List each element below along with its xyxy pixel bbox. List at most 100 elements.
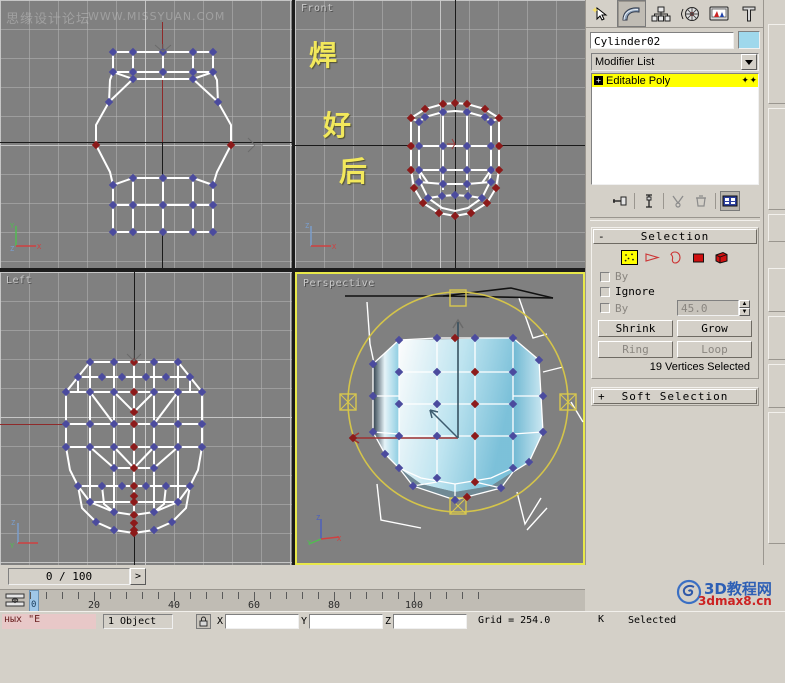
soft-selection-rollout-header[interactable]: + Soft Selection: [593, 389, 757, 404]
element-subobject[interactable]: [713, 250, 730, 265]
status-prompt-text: ных "E: [2, 614, 96, 629]
side-panel-box-4: [768, 268, 785, 312]
viewport-splitter-horizontal[interactable]: [0, 268, 585, 272]
viewport-perspective[interactable]: Perspective Z X Y: [295, 272, 585, 565]
svg-text:Z: Z: [11, 519, 15, 527]
edge-subobject[interactable]: [644, 250, 661, 265]
x-input[interactable]: [225, 614, 300, 629]
y-coordinate-field[interactable]: Y: [301, 614, 384, 629]
modifier-list-dropdown[interactable]: Modifier List: [591, 53, 759, 71]
x-coordinate-field[interactable]: X: [217, 614, 300, 629]
object-color-swatch[interactable]: [738, 31, 760, 49]
make-unique-button[interactable]: [668, 191, 688, 211]
ignore-backfacing-row[interactable]: Ignore: [592, 284, 758, 299]
modifier-stack-item-label: Editable Poly: [606, 74, 671, 87]
selection-lock-toggle[interactable]: [196, 614, 211, 629]
hierarchy-tab[interactable]: [646, 0, 675, 27]
modifier-stack-item-editable-poly[interactable]: + Editable Poly ✦ ✦: [592, 74, 758, 87]
by-vertex-row[interactable]: By: [592, 269, 758, 284]
z-input[interactable]: [393, 614, 468, 629]
show-end-result-button[interactable]: [639, 191, 659, 211]
side-panel-box-5: [768, 316, 785, 360]
ignore-backfacing-checkbox[interactable]: [600, 286, 610, 297]
object-name-row: Cylinder02: [586, 28, 764, 51]
logo-subtitle: 3dmax8.cn: [698, 594, 772, 608]
ring-loop-row: Ring Loop: [592, 337, 758, 358]
selection-rollout-header[interactable]: - Selection: [593, 229, 757, 244]
track-bar[interactable]: 0 20 40 60 80 100: [0, 589, 585, 612]
soft-selection-rollout-title: Soft Selection: [621, 390, 729, 403]
spinner-down-icon[interactable]: ▼: [739, 308, 750, 316]
by-angle-row[interactable]: By 45.0 ▲ ▼: [592, 299, 758, 317]
border-subobject[interactable]: [667, 250, 684, 265]
object-count-readout: 1 Object: [103, 614, 173, 629]
expand-plus-icon[interactable]: +: [594, 76, 603, 85]
grow-button[interactable]: Grow: [677, 320, 752, 337]
spinner-arrows[interactable]: ▲ ▼: [739, 300, 750, 316]
add-time-tag-button[interactable]: K: [598, 614, 614, 629]
soft-selection-rollout: + Soft Selection: [591, 387, 759, 406]
viewport-top[interactable]: 思缘设计论坛 WWW.MISSYUAN.COM Y X Z: [0, 0, 292, 268]
shrink-grow-row: Shrink Grow: [592, 317, 758, 337]
selection-rollout-title: Selection: [640, 230, 710, 243]
svg-text:Z: Z: [305, 222, 309, 230]
viewport-splitter-vertical[interactable]: [292, 0, 295, 565]
track-tick-label: 80: [327, 600, 341, 611]
polygon-subobject[interactable]: [690, 250, 707, 265]
track-tick-label: 40: [167, 600, 181, 611]
configure-sets-button[interactable]: [720, 191, 740, 211]
svg-text:Z: Z: [316, 514, 320, 522]
time-slider-readout[interactable]: 0 / 100: [8, 568, 130, 585]
selection-status-text: 19 Vertices Selected: [649, 361, 750, 373]
by-angle-spinner[interactable]: 45.0 ▲ ▼: [677, 300, 750, 316]
svg-text:X: X: [332, 243, 337, 251]
side-panel-box-3: [768, 214, 785, 242]
modifier-stack-toolbar: [591, 189, 759, 213]
z-coordinate-field[interactable]: Z: [385, 614, 468, 629]
viewport-left[interactable]: Left Z Y: [0, 272, 292, 565]
open-mini-curve-editor-icon[interactable]: [4, 593, 26, 607]
site-logo-watermark: 3D教程网 3dmax8.cn: [676, 578, 781, 612]
remove-modifier-button[interactable]: [691, 191, 711, 211]
track-tick-label: 100: [404, 600, 424, 611]
rollout-toggle-icon[interactable]: +: [598, 390, 605, 403]
axis-tripod-perspective: Z X Y: [307, 511, 343, 549]
object-name-input[interactable]: Cylinder02: [590, 31, 734, 49]
subobject-level-row: [592, 245, 758, 269]
ring-button[interactable]: Ring: [598, 341, 673, 358]
viewport-front[interactable]: Front 焊 好 后 Z X: [295, 0, 585, 268]
y-label: Y: [301, 616, 308, 627]
z-label: Z: [385, 616, 392, 627]
by-angle-value[interactable]: 45.0: [677, 300, 739, 316]
stack-sparkle-icon: ✦ ✦: [741, 75, 757, 85]
rollout-toggle-icon[interactable]: -: [598, 230, 605, 243]
side-panel-box-1: [768, 24, 785, 104]
motion-tab[interactable]: [675, 0, 705, 27]
command-panel-scroll-strip[interactable]: [763, 0, 785, 565]
x-label: X: [217, 616, 224, 627]
side-panel-box-6: [768, 364, 785, 408]
track-tick-label: 60: [247, 600, 261, 611]
axis-tripod-left: Z Y: [10, 515, 44, 551]
create-tab[interactable]: [588, 0, 617, 27]
utilities-tab[interactable]: [734, 0, 763, 27]
display-tab[interactable]: [705, 0, 734, 27]
chevron-down-icon[interactable]: [741, 54, 757, 70]
loop-button[interactable]: Loop: [677, 341, 752, 358]
svg-text:Y: Y: [10, 222, 15, 230]
by-vertex-checkbox[interactable]: [600, 271, 610, 282]
spinner-up-icon[interactable]: ▲: [739, 300, 750, 308]
pin-stack-button[interactable]: [610, 191, 630, 211]
modifier-list-label: Modifier List: [595, 56, 655, 68]
by-angle-checkbox[interactable]: [600, 303, 610, 313]
vertex-subobject[interactable]: [620, 250, 638, 265]
modify-tab[interactable]: [617, 0, 646, 27]
modifier-stack-list[interactable]: + Editable Poly ✦ ✦: [591, 73, 759, 185]
next-frame-button[interactable]: >: [130, 568, 146, 585]
toolbar-separator: [715, 193, 716, 209]
side-panel-box-2: [768, 108, 785, 210]
svg-text:Y: Y: [10, 542, 15, 549]
svg-text:X: X: [37, 243, 42, 251]
y-input[interactable]: [309, 614, 384, 629]
shrink-button[interactable]: Shrink: [598, 320, 673, 337]
